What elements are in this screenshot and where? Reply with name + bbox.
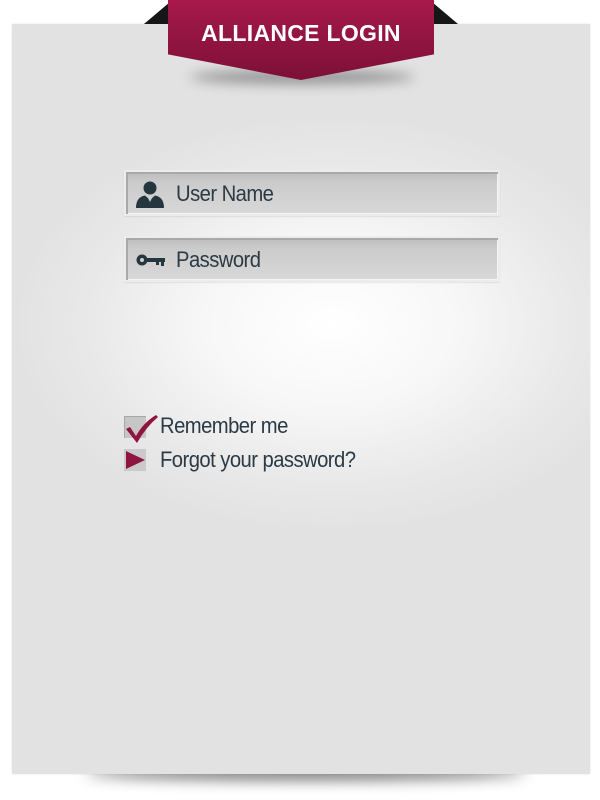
forgot-bullet xyxy=(124,449,146,471)
ribbon-fold-left xyxy=(144,2,170,24)
password-placeholder: Password xyxy=(176,247,261,272)
key-icon xyxy=(136,254,165,266)
forgot-password-link[interactable]: Forgot your password? xyxy=(124,445,384,475)
username-placeholder: User Name xyxy=(176,181,274,206)
ribbon-fold-right xyxy=(432,2,458,24)
forgot-password-label: Forgot your password? xyxy=(160,447,356,472)
play-arrow-icon xyxy=(126,451,145,469)
remember-me-label: Remember me xyxy=(160,413,288,438)
username-field[interactable]: User Name xyxy=(124,170,500,216)
remember-me-option[interactable]: Remember me xyxy=(124,411,324,443)
login-card: User Name Password Remember me Forgot yo… xyxy=(12,24,590,774)
password-field[interactable]: Password xyxy=(124,236,500,282)
user-icon xyxy=(136,181,164,208)
page-title: ALLIANCE LOGIN xyxy=(201,20,401,46)
login-page: User Name Password Remember me Forgot yo… xyxy=(0,0,600,800)
remember-me-checkbox[interactable] xyxy=(124,415,158,443)
checkmark-icon xyxy=(126,415,158,443)
